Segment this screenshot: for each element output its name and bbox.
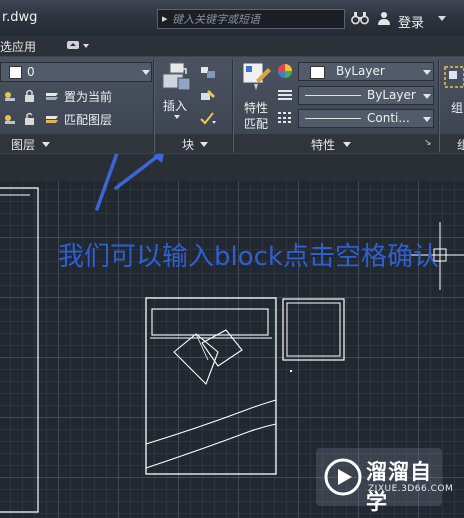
color-dropdown-value: ByLayer bbox=[336, 64, 385, 78]
layer-dropdown-value: 0 bbox=[27, 65, 35, 79]
insert-button[interactable]: 插入 bbox=[163, 97, 187, 114]
chevron-down-icon[interactable] bbox=[174, 115, 180, 119]
block-panel-label: 块 bbox=[182, 138, 195, 152]
document-title: r.dwg bbox=[2, 10, 38, 25]
color-wheel-icon[interactable] bbox=[277, 63, 293, 79]
linetype-dropdown-value: ByLayer bbox=[367, 88, 416, 102]
layer-state-icon[interactable] bbox=[2, 89, 18, 103]
create-block-icon[interactable] bbox=[199, 65, 217, 79]
tutorial-annotation: 我们可以输入block点击空格确认 bbox=[58, 242, 439, 272]
match-properties-label-line2[interactable]: 匹配 bbox=[244, 115, 268, 132]
chevron-down-icon[interactable] bbox=[343, 142, 351, 147]
search-input[interactable] bbox=[172, 12, 340, 26]
tab-selected-apps[interactable]: 选应用 bbox=[0, 38, 36, 55]
lineweight-dropdown[interactable]: Conti... bbox=[298, 109, 434, 128]
lineweight-dropdown-value: Conti... bbox=[367, 111, 410, 125]
chevron-down-icon[interactable] bbox=[142, 70, 150, 75]
insert-block-icon[interactable] bbox=[160, 60, 194, 94]
edit-attributes-icon[interactable] bbox=[199, 111, 217, 125]
user-icon[interactable] bbox=[377, 11, 391, 25]
lineweight-icon[interactable] bbox=[277, 110, 293, 124]
set-current-button[interactable]: 置为当前 bbox=[64, 88, 112, 105]
linetype-preview-line bbox=[305, 95, 361, 96]
chevron-down-icon[interactable] bbox=[423, 70, 431, 75]
layers-panel-title-bar[interactable]: 图层 bbox=[0, 134, 153, 153]
panel-launcher-icon[interactable]: ↘ bbox=[424, 138, 432, 148]
chevron-down-icon[interactable] bbox=[200, 142, 208, 147]
chevron-down-icon[interactable] bbox=[423, 117, 431, 122]
chevron-down-icon[interactable] bbox=[423, 94, 431, 99]
bed-block[interactable] bbox=[145, 297, 277, 475]
linetype-icon[interactable] bbox=[277, 88, 293, 102]
group-panel-title-bar[interactable]: 组 bbox=[440, 134, 464, 153]
layers-panel-label: 图层 bbox=[11, 138, 36, 152]
match-layer-button[interactable]: 匹配图层 bbox=[64, 111, 112, 128]
match-properties-icon[interactable] bbox=[240, 60, 272, 94]
layer-dropdown[interactable]: 0 bbox=[0, 62, 152, 82]
left-furniture-outline bbox=[0, 187, 39, 513]
annotation-arrows bbox=[95, 154, 164, 211]
tab-overflow-icon[interactable] bbox=[66, 39, 92, 51]
layer-freeze-icon[interactable] bbox=[2, 112, 18, 126]
point-marker bbox=[290, 370, 292, 372]
chevron-down-icon[interactable] bbox=[42, 142, 50, 147]
watermark-logo-icon bbox=[324, 458, 362, 496]
color-swatch bbox=[310, 66, 325, 79]
properties-panel-label: 特性 bbox=[311, 138, 336, 152]
layer-lock-icon[interactable] bbox=[22, 89, 38, 103]
binoculars-icon[interactable] bbox=[351, 11, 369, 25]
group-panel-label: 组 bbox=[457, 138, 464, 152]
login-button[interactable]: 登录 bbox=[398, 12, 424, 31]
set-current-icon[interactable] bbox=[44, 89, 60, 103]
match-layer-icon[interactable] bbox=[44, 112, 60, 126]
layer-unlock-icon[interactable] bbox=[22, 112, 38, 126]
group-button[interactable]: 组 bbox=[451, 99, 463, 116]
linetype-dropdown[interactable]: ByLayer bbox=[298, 86, 434, 105]
match-properties-button[interactable]: 特性 bbox=[244, 99, 268, 116]
properties-panel-title-bar[interactable]: 特性 ↘ bbox=[234, 134, 438, 153]
group-icon[interactable] bbox=[443, 61, 464, 93]
search-box[interactable]: ▸ bbox=[157, 9, 345, 29]
chevron-right-icon[interactable]: ▸ bbox=[162, 12, 168, 25]
color-dropdown[interactable]: ByLayer bbox=[298, 62, 434, 81]
watermark-url: ZIXUE.3D66.COM bbox=[368, 484, 454, 494]
block-panel-title-bar[interactable]: 块 bbox=[155, 134, 232, 153]
watermark: 溜溜自学 ZIXUE.3D66.COM bbox=[316, 448, 453, 514]
lineweight-preview-line bbox=[305, 118, 361, 119]
chevron-down-icon[interactable] bbox=[438, 16, 446, 21]
nightstand-block[interactable] bbox=[282, 298, 345, 361]
layer-color-swatch bbox=[9, 66, 22, 79]
edit-block-icon[interactable] bbox=[199, 88, 217, 102]
